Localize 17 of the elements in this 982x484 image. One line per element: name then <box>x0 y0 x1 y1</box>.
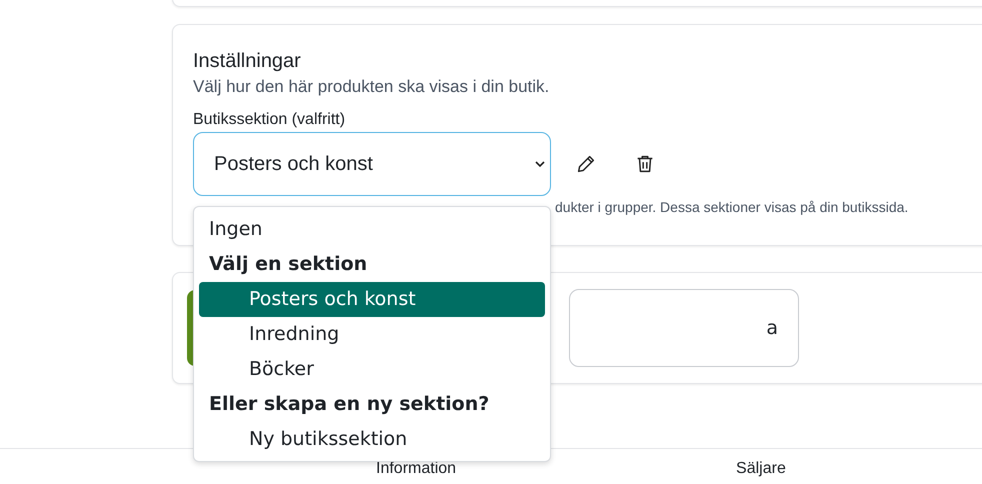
dropdown-option[interactable]: Inredning <box>199 317 545 352</box>
section-select[interactable]: Posters och konst <box>193 132 551 196</box>
dropdown-option[interactable]: Posters och konst <box>199 282 545 317</box>
outline-button[interactable]: a <box>569 289 799 367</box>
section-title: Inställningar <box>193 49 302 73</box>
option-group-label: Välj en sektion <box>208 252 368 277</box>
section-description: Välj hur den här produkten ska visas i din butik. <box>193 77 550 97</box>
dropdown-option[interactable]: Böcker <box>199 352 545 387</box>
hint-text: dukter i grupper. Dessa sektioner visas på din butikssida. <box>555 199 910 215</box>
dropdown-option[interactable]: Ny butikssektion <box>199 422 545 457</box>
footer-heading: Information <box>376 460 456 478</box>
footer-heading: Säljare <box>736 460 786 478</box>
field-label: Butikssektion (valfritt) <box>193 111 346 129</box>
option-group-label: Eller skapa en ny sektion? <box>208 392 490 417</box>
chevron-icon <box>534 160 546 168</box>
pencil-icon[interactable] <box>575 153 597 175</box>
dropdown-option[interactable]: Ingen <box>199 212 545 247</box>
